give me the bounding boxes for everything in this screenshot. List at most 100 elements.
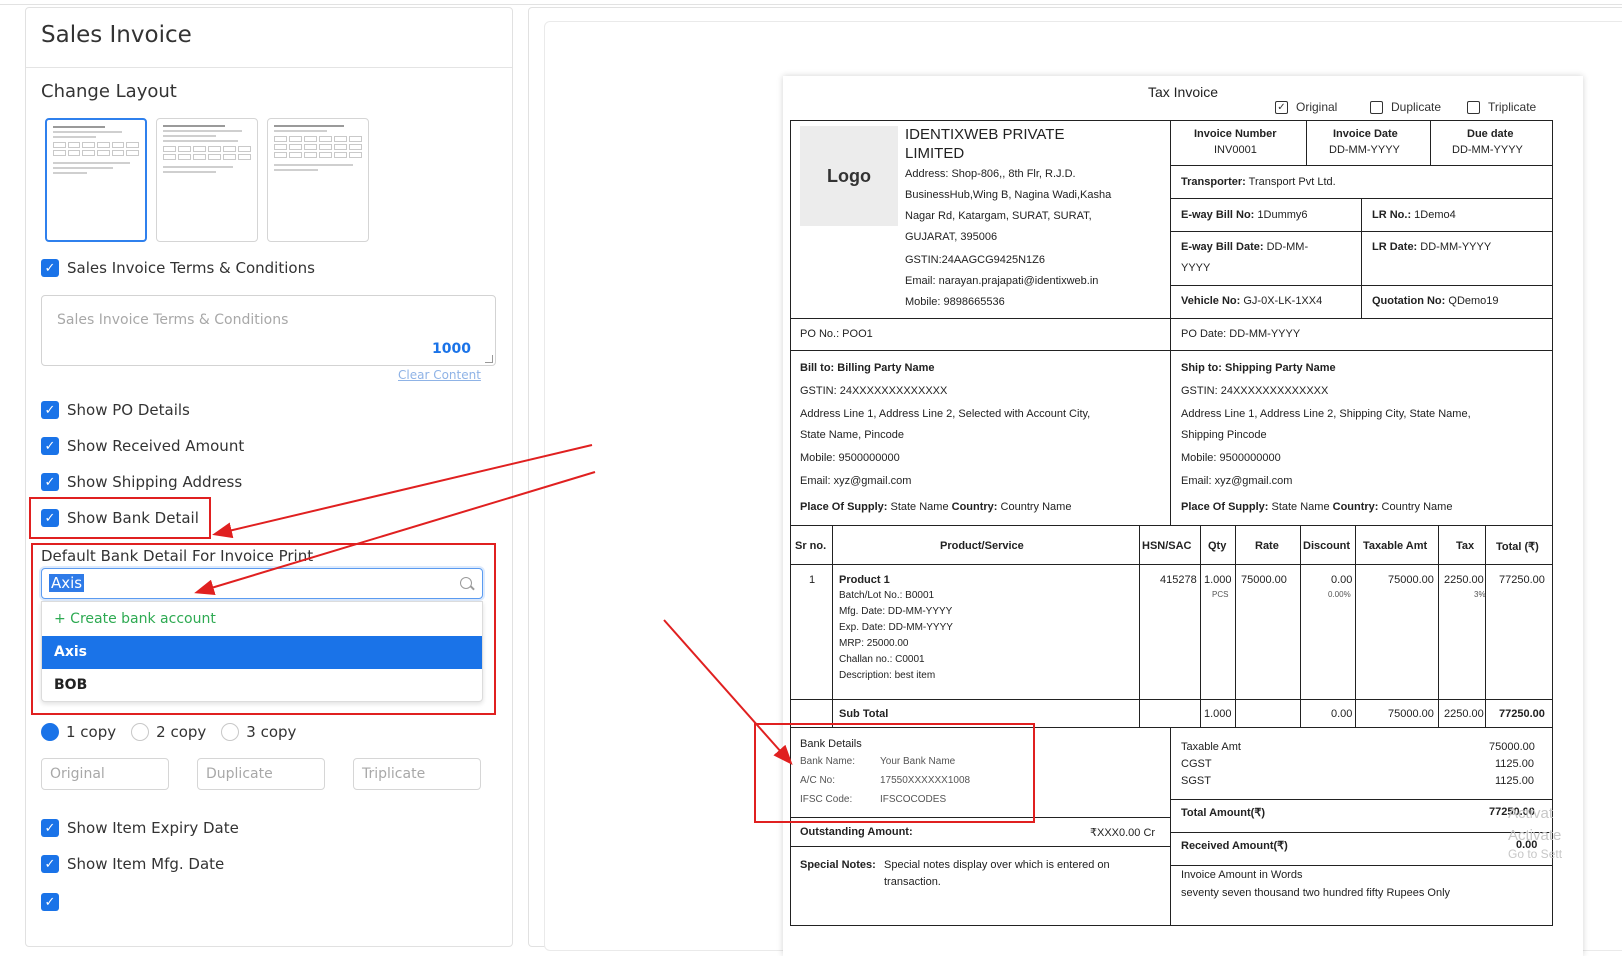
outstanding-label: Outstanding Amount: [800,826,913,838]
logo-placeholder: Logo [800,126,898,226]
show-received-amount-label: Show Received Amount [67,437,245,455]
amount-words: seventy seven thousand two hundred fifty… [1181,887,1451,899]
checkbox-checked-icon[interactable]: ✓ [41,259,59,277]
row-detail: Challan no.: C0001 [839,654,925,665]
lr-no: 1Demo4 [1414,209,1456,221]
lr-date-label: LR Date: [1372,241,1418,253]
cgst-label: CGST [1181,758,1212,770]
lr-date-cell [1361,231,1553,286]
copy-option-3[interactable]: 3 copy [246,723,296,741]
ship-to-email: Email: xyz@gmail.com [1181,475,1293,487]
triplicate-label-input[interactable]: Triplicate [353,758,481,790]
checkbox-checked-icon[interactable]: ✓ [41,893,59,911]
layout-option-1[interactable] [45,118,147,242]
due-date: DD-MM-YYYY [1452,144,1523,156]
ship-to-gstin: GSTIN: 24XXXXXXXXXXXXX [1181,385,1329,397]
show-bank-detail-toggle[interactable]: ✓ Show Bank Detail [41,509,199,527]
row-detail: Exp. Date: DD-MM-YYYY [839,622,953,633]
checkbox-checked-icon[interactable]: ✓ [41,819,59,837]
show-item-mfg-label: Show Item Mfg. Date [67,855,225,873]
sgst-label: SGST [1181,775,1211,787]
invoice-number-label: Invoice Number [1194,128,1277,140]
ship-to-pos-label: Place Of Supply: [1181,501,1269,513]
checkbox-unchecked-icon [1467,100,1480,114]
clear-content-link[interactable]: Clear Content [398,368,481,382]
invoice-date-cell [1306,120,1431,166]
terms-placeholder: Sales Invoice Terms & Conditions [57,312,289,328]
po-no: PO No.: POO1 [800,328,873,340]
bank-dropdown: + Create bank account Axis BOB [41,601,483,702]
layout-option-3[interactable] [267,118,369,242]
radio-unchecked-icon[interactable] [131,723,150,741]
radio-unchecked-icon[interactable] [221,723,240,741]
checkbox-checked-icon[interactable]: ✓ [41,473,59,491]
lr-no-label: LR No.: [1372,209,1412,221]
company-address: Address: Shop-806,, 8th Flr, R.J.D. [905,168,1076,180]
resize-grip-icon[interactable] [485,355,493,363]
company-name-2: LIMITED [905,145,965,162]
copy-duplicate: Duplicate [1370,100,1441,114]
bank-search-value: Axis [49,574,85,592]
copy-triplicate-label: Triplicate [1488,100,1537,114]
bill-to-gstin: GSTIN: 24XXXXXXXXXXXXX [800,385,948,397]
bill-to-name: Billing Party Name [837,362,935,374]
row-total: 77250.00 [1499,574,1545,586]
create-bank-account-option[interactable]: + Create bank account [42,602,482,636]
radio-checked-icon[interactable] [41,723,59,741]
partial-checkbox-row[interactable]: ✓ [41,893,59,911]
quotation-label: Quotation No: [1372,295,1446,307]
show-item-mfg-toggle[interactable]: ✓ Show Item Mfg. Date [41,855,224,873]
special-notes-text: Special notes display over which is ente… [884,859,1110,871]
panel-title: Sales Invoice [41,22,192,48]
ship-to-name: Shipping Party Name [1225,362,1336,374]
duplicate-label-input[interactable]: Duplicate [197,758,325,790]
subtotal-total: 77250.00 [1499,708,1545,720]
company-address: Nagar Rd, Katargam, SURAT, SURAT, [905,210,1092,222]
company-name: IDENTIXWEB PRIVATE [905,126,1065,143]
copy-option-2[interactable]: 2 copy [156,723,206,741]
transporter-label: Transporter: [1181,176,1246,188]
top-divider [0,4,1622,5]
checkbox-checked-icon[interactable]: ✓ [41,509,59,527]
subtotal-tax: 2250.00 [1444,708,1484,720]
subtotal-qty: 1.000 [1204,708,1232,720]
row-detail: Description: best item [839,670,936,681]
special-notes-text: transaction. [884,876,941,888]
bank-search-input[interactable]: Axis [41,568,483,599]
bill-to-country: Country Name [1000,501,1072,513]
terms-toggle-label: Sales Invoice Terms & Conditions [67,259,315,277]
special-notes-label: Special Notes: [800,859,876,871]
bank-option-axis[interactable]: Axis [42,636,482,669]
highlight-box [754,723,1035,823]
eway-date-cell [1170,231,1362,286]
original-label-input[interactable]: Original [41,758,169,790]
activation-watermark: Go to Sett [1508,847,1563,861]
show-shipping-address-label: Show Shipping Address [67,473,243,491]
copy-triplicate: Triplicate [1467,100,1536,114]
invoice-date: DD-MM-YYYY [1329,144,1400,156]
checkbox-checked-icon[interactable]: ✓ [41,437,59,455]
due-date-cell [1430,120,1553,166]
show-received-amount-toggle[interactable]: ✓ Show Received Amount [41,437,244,455]
amount-words-label: Invoice Amount in Words [1181,869,1303,881]
show-shipping-address-toggle[interactable]: ✓ Show Shipping Address [41,473,242,491]
checkbox-checked-icon[interactable]: ✓ [41,401,59,419]
ship-to-address: Address Line 1, Address Line 2, Shipping… [1181,408,1471,420]
show-po-details-toggle[interactable]: ✓ Show PO Details [41,401,190,419]
company-address: GUJARAT, 395006 [905,231,998,243]
copy-original: ✓ Original [1275,100,1337,114]
po-date: PO Date: DD-MM-YYYY [1181,328,1301,340]
lr-date: DD-MM-YYYY [1420,241,1492,253]
checkbox-checked-icon[interactable]: ✓ [41,855,59,873]
row-tax-pct: 3% [1474,590,1486,599]
bill-to-mobile: Mobile: 9500000000 [800,452,900,464]
bank-option-bob[interactable]: BOB [42,669,482,702]
terms-textarea[interactable]: Sales Invoice Terms & Conditions 1000 [41,295,496,366]
row-detail: Batch/Lot No.: B0001 [839,590,935,601]
layout-option-2[interactable] [156,118,258,242]
copy-option-1[interactable]: 1 copy [66,723,116,741]
row-unit: PCS [1212,590,1229,599]
taxable-label: Taxable Amt [1181,741,1241,753]
show-item-expiry-toggle[interactable]: ✓ Show Item Expiry Date [41,819,239,837]
terms-toggle[interactable]: ✓ Sales Invoice Terms & Conditions [41,259,315,277]
